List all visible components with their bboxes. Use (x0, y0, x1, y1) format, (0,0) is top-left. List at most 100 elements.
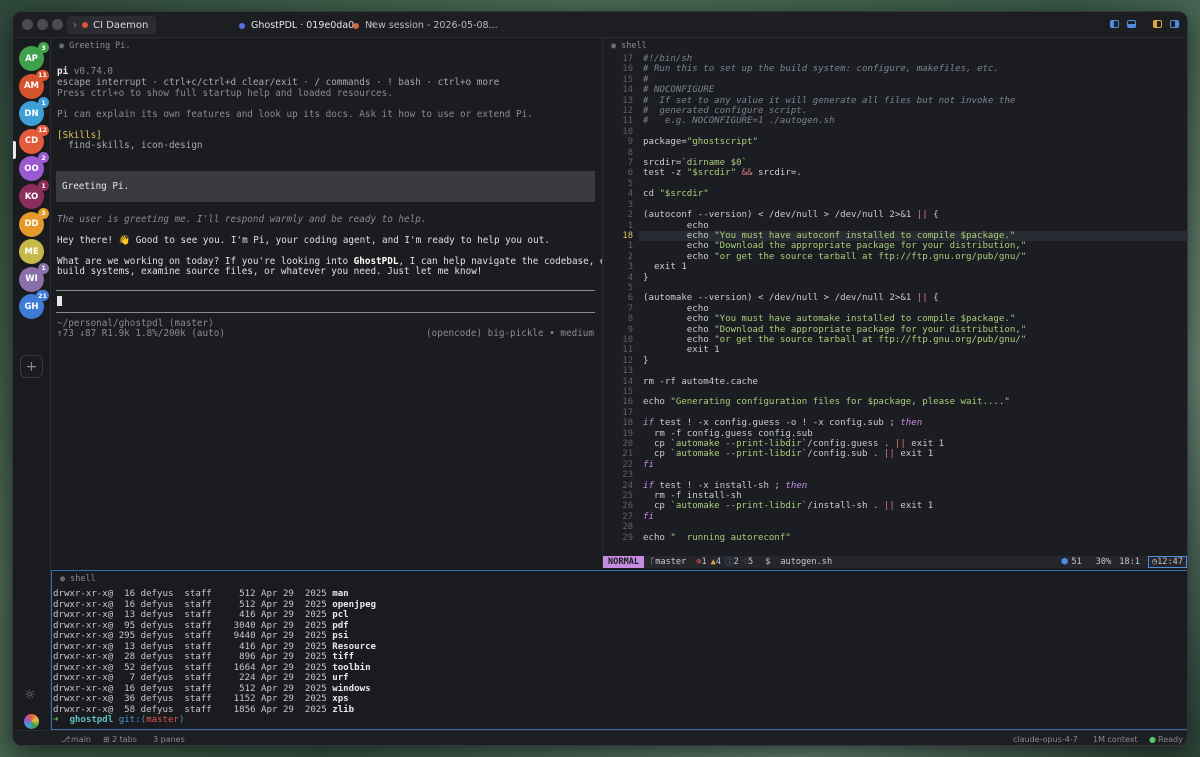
code-line[interactable] (639, 522, 1187, 532)
workspace-selector[interactable]: › CI Daemon (67, 16, 157, 34)
code-line[interactable]: (autoconf --version) < /dev/null > /dev/… (639, 210, 1187, 220)
directory-name[interactable]: urf (332, 673, 348, 683)
lsp-count: 51 (1071, 557, 1082, 567)
zoom-window-button[interactable] (52, 19, 63, 30)
code-line[interactable]: #!/bin/sh (639, 54, 1187, 64)
add-workspace-button[interactable]: + (20, 355, 43, 378)
pi-agent-pane[interactable]: ● Greeting Pi. pi v0.74.0 escape interru… (51, 38, 603, 568)
code-line[interactable]: echo "Generating configuration files for… (639, 397, 1187, 407)
text-cursor[interactable] (57, 296, 62, 306)
directory-name[interactable]: man (332, 589, 348, 599)
cursor-position: 18:1 (1119, 557, 1140, 567)
directory-name[interactable]: xps (332, 694, 348, 704)
warning-count: 4 (715, 557, 722, 567)
shell-prompt[interactable]: ➜ ghostpdl git:(master) (52, 715, 184, 726)
workspace-avatar[interactable]: CD 12 (19, 124, 49, 154)
split-right-icon[interactable] (1170, 20, 1179, 28)
code-line[interactable]: srcdir=`dirname $0` (639, 158, 1187, 168)
code-line[interactable]: echo "You must have autoconf installed t… (639, 230, 1187, 242)
code-line[interactable] (639, 387, 1187, 397)
code-line[interactable]: test -z "$srcdir" && srcdir=. (639, 168, 1187, 178)
notification-badge: 3 (38, 207, 49, 219)
ls-row: drwxr-xr-x@ 7 defyus staff 224 Apr 29 20… (53, 673, 349, 683)
code-line[interactable]: echo "Download the appropriate package f… (639, 241, 1187, 251)
directory-name[interactable]: pcl (332, 610, 348, 620)
split-left-icon[interactable] (1110, 20, 1119, 28)
code-line[interactable]: echo "Download the appropriate package f… (639, 325, 1187, 335)
code-line[interactable] (639, 148, 1187, 158)
code-line[interactable]: # Run this to set up the build system: c… (639, 64, 1187, 74)
shell-pane[interactable]: ● shell drwxr-xr-x@ 16 defyus staff 512 … (51, 570, 1187, 730)
code-line[interactable]: # (639, 75, 1187, 85)
workspace-avatar[interactable]: GH 21 (19, 290, 49, 320)
code-buffer[interactable]: #!/bin/sh # Run this to set up the build … (639, 54, 1187, 543)
code-line[interactable]: cp `automake --print-libdir`/install-sh … (639, 501, 1187, 511)
code-line[interactable]: echo (639, 221, 1187, 231)
code-line[interactable]: rm -f install-sh (639, 491, 1187, 501)
code-line[interactable]: # NOCONFIGURE (639, 85, 1187, 95)
code-line[interactable] (639, 283, 1187, 293)
code-line[interactable]: cp `automake --print-libdir`/config.gues… (639, 439, 1187, 449)
code-line[interactable]: fi (639, 460, 1187, 470)
code-line[interactable]: (automake --version) < /dev/null > /dev/… (639, 293, 1187, 303)
avatar-initials: OO (24, 163, 39, 174)
ready-status: Ready (1158, 735, 1183, 744)
settings-icon[interactable]: ☼ (24, 688, 36, 703)
close-window-button[interactable] (22, 19, 33, 30)
code-line[interactable]: echo " running autoreconf" (639, 533, 1187, 543)
workspace-avatar[interactable]: WI 1 (19, 262, 49, 292)
pane-header: ● shell (603, 38, 1187, 54)
directory-name[interactable]: openjpeg (332, 600, 376, 610)
workspace-avatar[interactable]: AM 11 (19, 69, 49, 99)
code-line[interactable]: if test ! -x config.guess -o ! -x config… (639, 418, 1187, 428)
code-line[interactable]: echo (639, 304, 1187, 314)
editor-pane[interactable]: ● shell 17 16 15 14 13 12 11 10 9 8 7 6 5 4 3 2 1 18 1 2 3 4 5… (603, 38, 1187, 568)
code-line[interactable]: echo "or get the source tarball at ftp:/… (639, 252, 1187, 262)
code-line[interactable]: cp `automake --print-libdir`/config.sub … (639, 449, 1187, 459)
directory-name[interactable]: pdf (332, 621, 348, 631)
code-line[interactable]: rm -f config.guess config.sub (639, 429, 1187, 439)
code-line[interactable]: } (639, 356, 1187, 366)
ls-row: drwxr-xr-x@ 16 defyus staff 512 Apr 29 2… (53, 683, 371, 694)
workspace-avatar[interactable]: ME (19, 239, 44, 265)
code-line[interactable]: exit 1 (639, 262, 1187, 272)
code-line[interactable] (639, 179, 1187, 189)
line-number: 12 (622, 106, 633, 117)
code-line[interactable]: echo "or get the source tarball at ftp:/… (639, 335, 1187, 345)
workspace-avatar[interactable]: OO 2 (19, 152, 49, 182)
tabs-count: 2 tabs (112, 735, 137, 744)
directory-name[interactable]: Resource (332, 642, 376, 652)
code-line[interactable] (639, 470, 1187, 480)
code-line[interactable] (639, 200, 1187, 210)
code-line[interactable]: } (639, 273, 1187, 283)
layout-icon[interactable] (1153, 20, 1162, 28)
code-line[interactable]: cd "$srcdir" (639, 189, 1187, 199)
tab-new-session[interactable]: New session - 2026-05-08... (345, 16, 506, 35)
code-line[interactable]: # e.g. NOCONFIGURE=1 ./autogen.sh (639, 116, 1187, 126)
panes-count: 3 panes (153, 735, 185, 744)
startup-hint: Press ctrl+o to show full startup help a… (57, 88, 393, 99)
code-line[interactable]: # generated configure script. (639, 106, 1187, 116)
directory-name[interactable]: tiff (332, 652, 354, 662)
workspace-avatar[interactable]: AP 3 (19, 42, 49, 71)
code-line[interactable]: exit 1 (639, 345, 1187, 355)
code-line[interactable]: fi (639, 512, 1187, 522)
workspace-avatar[interactable]: KO 1 (19, 180, 49, 209)
code-line[interactable]: # If set to any value it will generate a… (639, 96, 1187, 106)
workspace-avatar[interactable]: DD 3 (19, 207, 49, 237)
code-line[interactable] (639, 127, 1187, 137)
directory-name[interactable]: zlib (332, 705, 354, 715)
code-line[interactable] (639, 366, 1187, 376)
split-bottom-icon[interactable] (1127, 20, 1136, 28)
directory-name[interactable]: toolbin (332, 663, 370, 673)
code-line[interactable]: echo "You must have automake installed t… (639, 314, 1187, 324)
directory-name[interactable]: psi (332, 631, 348, 641)
code-line[interactable]: if test ! -x install-sh ; then (639, 481, 1187, 491)
code-line[interactable]: package="ghostscript" (639, 137, 1187, 147)
directory-name[interactable]: windows (332, 684, 370, 694)
app-logo-icon[interactable] (24, 714, 39, 729)
code-line[interactable] (639, 408, 1187, 418)
minimize-window-button[interactable] (37, 19, 48, 30)
workspace-avatar[interactable]: DN 1 (19, 97, 49, 127)
code-line[interactable]: rm -rf autom4te.cache (639, 377, 1187, 387)
